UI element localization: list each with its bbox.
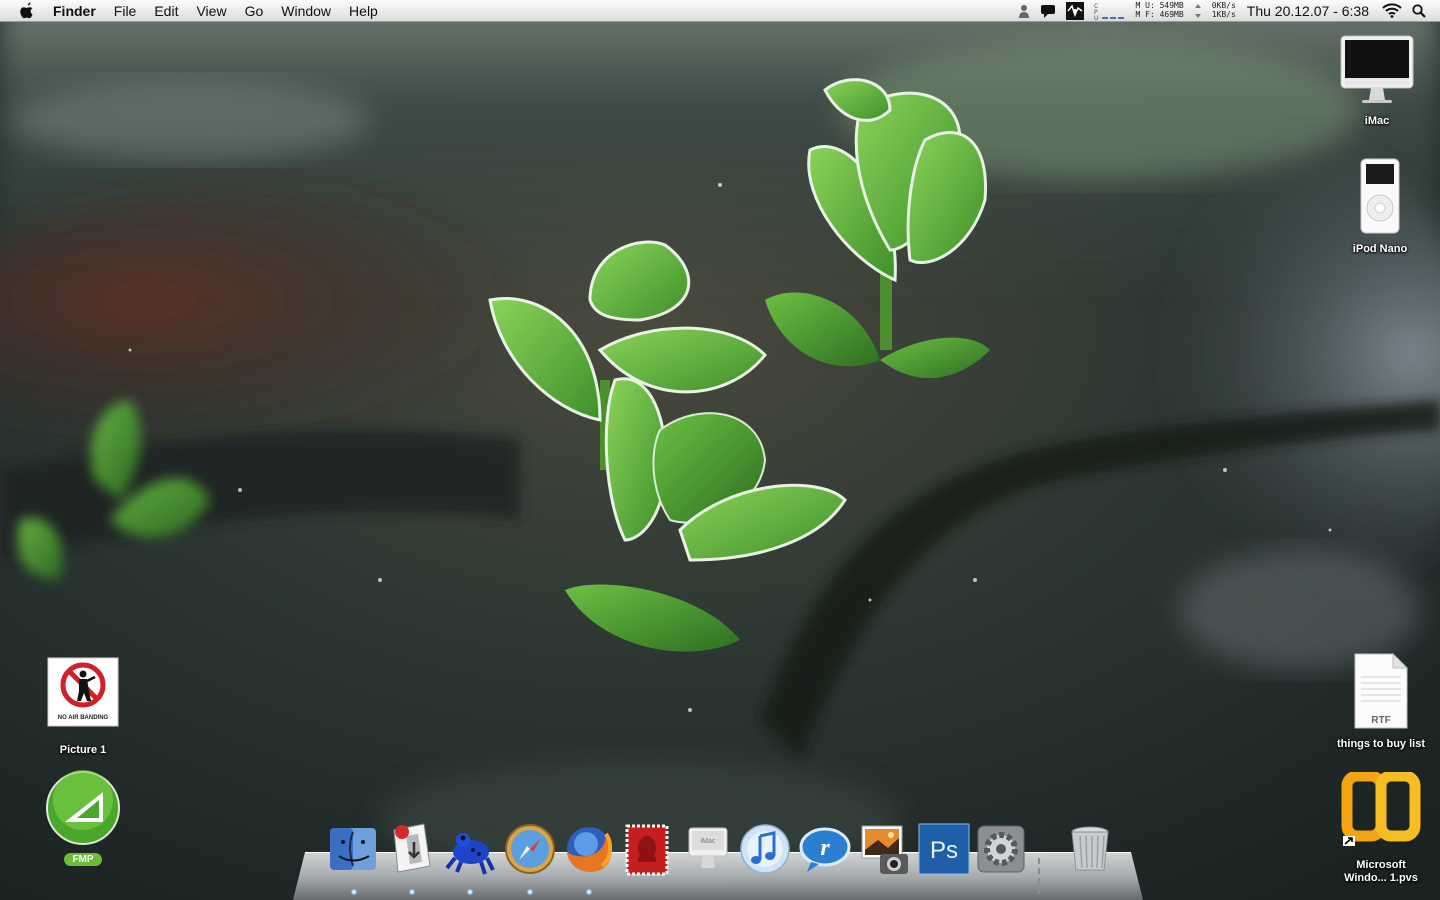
realplayer-icon: r [799,827,851,872]
menu-window[interactable]: Window [272,0,340,22]
dock-item-photoshop[interactable]: Ps [917,822,971,882]
desktop-icon-picture-1[interactable]: NO AIR BANDING Picture 1 [23,657,143,757]
spotlight-search-icon[interactable] [1412,3,1426,18]
memory-free: 469MB [1159,9,1184,19]
desktop-icon-label: FMP [23,853,143,866]
desktop-wallpaper [0,0,1440,900]
desktop-icon-label: things to buy list [1337,738,1425,750]
system-preferences-icon [977,825,1025,873]
dock-item-trash[interactable] [1063,822,1117,882]
imac-icon [1340,35,1414,103]
dock-item-itunes[interactable] [738,822,792,882]
photoshop-icon: Ps [918,823,970,875]
apple-logo-icon[interactable] [19,2,37,20]
desktop-icon-ipod-nano[interactable]: iPod Nano [1320,158,1440,256]
dock-running-indicator [527,889,533,895]
desktop-icon-label: Microsoft Windo... 1.pvs [1344,859,1418,884]
menu-finder[interactable]: Finder [51,0,105,22]
menu-view[interactable]: View [187,0,235,22]
chat-icon[interactable] [1040,4,1056,18]
desktop-icon-things-to-buy-list[interactable]: RTF things to buy list [1321,652,1440,751]
stamp-icon [625,824,669,876]
cpu-meter-icon[interactable]: CPU [1094,2,1126,20]
dock-running-indicator [467,889,473,895]
dock-item-stamp[interactable] [621,822,675,882]
network-out: 1KB/s [1211,9,1236,19]
safari-icon [505,824,555,874]
dock-item-iphoto[interactable] [858,822,912,882]
image-file-icon: NO AIR BANDING [47,657,119,727]
dock-running-indicator [351,889,357,895]
user-icon[interactable] [1018,4,1030,18]
desktop-icon-label: iPod Nano [1352,243,1408,255]
network-stats[interactable]: 0KB/s 1KB/s [1211,1,1236,20]
svg-text:r: r [820,835,830,861]
svg-text:U: U [1094,15,1098,20]
parallels-vm-icon [1341,770,1421,846]
dock-item-realplayer[interactable]: r [797,822,851,882]
desktop-icon-label: Picture 1 [59,744,107,756]
ipod-icon [1360,158,1400,234]
trash-icon [1071,826,1109,871]
dock-running-indicator [586,889,592,895]
image-caption-text: NO AIR BANDING [58,715,109,721]
dock-item-imac[interactable]: iMac [681,822,735,882]
desktop-icon-imac[interactable]: iMac [1317,34,1437,128]
memory-used: 549MB [1159,0,1184,10]
firefox-icon [567,827,613,873]
fmp-label-pill: FMP [64,853,102,866]
desktop-icon-microsoft-windows-pvs[interactable]: Microsoft Windo... 1.pvs [1321,770,1440,885]
photoshop-text: Ps [930,837,958,864]
desktop-icon-fmp[interactable]: FMP [23,770,143,866]
menu-bar: Finder File Edit View Go Window Help CPU… [0,0,1440,22]
dock-item-transmit[interactable] [384,822,438,882]
frog-icon [445,833,495,875]
dock-item-finder[interactable] [327,822,381,882]
finder-icon [330,828,376,870]
menu-file[interactable]: File [105,0,146,22]
dock-item-system-preferences[interactable] [974,822,1028,882]
dock-item-safari[interactable] [503,822,557,882]
dock-running-indicator [409,889,415,895]
activity-monitor-icon[interactable] [1065,1,1084,20]
dock-item-frog[interactable] [443,822,497,882]
rtf-badge-text: RTF [1371,715,1390,726]
transmit-icon [393,823,431,873]
imac-dock-text: iMac [701,838,716,845]
rtf-document-icon: RTF [1354,652,1409,729]
menu-go[interactable]: Go [236,0,273,22]
iphoto-icon [861,825,908,874]
menu-clock[interactable]: Thu 20.12.07 - 6:38 [1247,3,1369,19]
menu-help[interactable]: Help [340,0,387,22]
network-arrows-icon [1194,3,1202,19]
imac-dock-icon: iMac [688,827,728,868]
memory-stats[interactable]: M U: 549MB M F: 469MB [1136,0,1184,20]
menu-extras: CPU M U: 549MB M F: 469MB 0KB/s 1KB/s Th… [1013,0,1440,21]
dock-item-firefox[interactable] [562,822,616,882]
wifi-icon[interactable] [1382,3,1402,18]
desktop-icon-label: iMac [1364,115,1390,127]
itunes-icon [740,824,790,874]
menu-edit[interactable]: Edit [145,0,187,22]
fmp-app-icon [46,770,120,845]
